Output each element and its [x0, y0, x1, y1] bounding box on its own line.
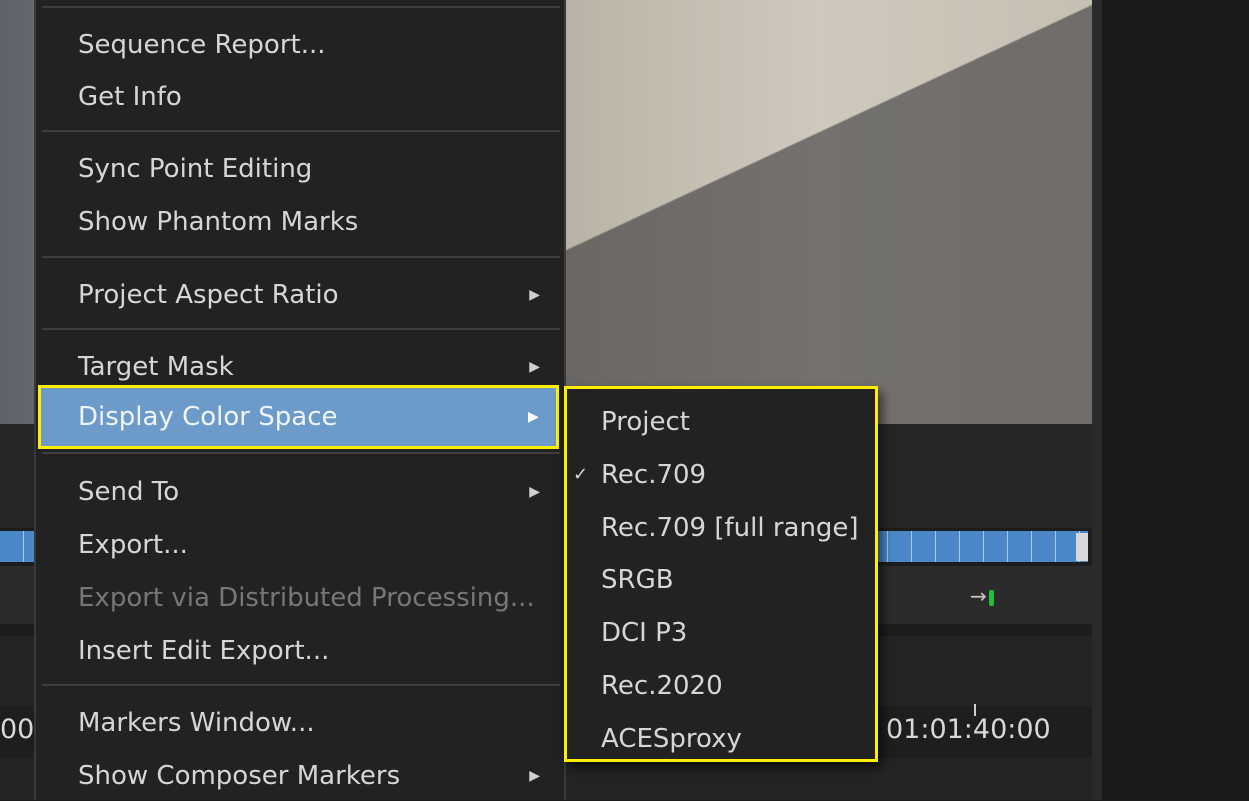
- menu-item-export-distributed: Export via Distributed Processing...: [40, 573, 560, 623]
- submenu-item-acesproxy[interactable]: ACESproxy: [567, 714, 875, 764]
- menu-item-label: Sequence Report...: [78, 30, 326, 60]
- submenu-item-rec2020[interactable]: Rec.2020: [567, 661, 875, 711]
- menu-separator: [42, 130, 560, 132]
- timecode-left: 00: [0, 714, 35, 745]
- menu-separator: [42, 328, 560, 330]
- submenu-item-label: Rec.2020: [601, 671, 723, 701]
- menu-item-label: Get Info: [78, 82, 182, 112]
- menu-item-label: Insert Edit Export...: [78, 636, 330, 666]
- display-color-space-submenu: Project ✓ Rec.709 Rec.709 [full range] SR…: [564, 386, 878, 762]
- menu-separator: [42, 6, 560, 8]
- submenu-arrow-icon: ▶: [529, 484, 540, 500]
- submenu-item-label: Rec.709: [601, 460, 707, 490]
- menu-item-get-info[interactable]: Get Info: [40, 72, 560, 122]
- submenu-arrow-icon: ▶: [529, 287, 540, 303]
- submenu-item-rec709-full-range[interactable]: Rec.709 [full range]: [567, 503, 875, 553]
- submenu-item-label: DCI P3: [601, 618, 688, 648]
- menu-item-project-aspect-ratio[interactable]: Project Aspect Ratio ▶: [40, 270, 560, 320]
- panel-divider: [1092, 0, 1102, 800]
- menu-item-show-phantom-marks[interactable]: Show Phantom Marks: [40, 197, 560, 247]
- menu-item-label: Send To: [78, 477, 180, 507]
- timecode-right: 01:01:40:00: [886, 714, 1051, 745]
- menu-item-insert-edit-export[interactable]: Insert Edit Export...: [40, 626, 560, 676]
- submenu-item-rec709[interactable]: ✓ Rec.709: [567, 450, 875, 500]
- submenu-item-dci-p3[interactable]: DCI P3: [567, 608, 875, 658]
- menu-item-sequence-report[interactable]: Sequence Report...: [40, 20, 560, 70]
- submenu-arrow-icon: ▶: [529, 768, 540, 784]
- submenu-arrow-icon: ▶: [528, 409, 539, 425]
- checkmark-icon: ✓: [573, 464, 589, 485]
- submenu-item-project[interactable]: Project: [567, 397, 875, 447]
- menu-item-export[interactable]: Export...: [40, 520, 560, 570]
- green-marker-icon: [988, 589, 994, 606]
- menu-item-label: Sync Point Editing: [78, 154, 313, 184]
- submenu-item-label: Project: [601, 407, 690, 437]
- menu-item-label: Show Composer Markers: [78, 761, 401, 791]
- arrow-right-icon: →: [970, 584, 987, 608]
- menu-separator: [42, 452, 560, 454]
- mark-in-icon[interactable]: →: [970, 584, 994, 608]
- menu-separator: [42, 684, 560, 686]
- submenu-item-label: SRGB: [601, 565, 674, 595]
- menu-item-label: Display Color Space: [78, 402, 338, 432]
- submenu-item-srgb[interactable]: SRGB: [567, 555, 875, 605]
- menu-item-label: Target Mask: [78, 352, 234, 382]
- menu-item-markers-window[interactable]: Markers Window...: [40, 698, 560, 748]
- menu-item-sync-point-editing[interactable]: Sync Point Editing: [40, 144, 560, 194]
- submenu-item-label: ACESproxy: [601, 724, 742, 754]
- menu-item-label: Markers Window...: [78, 708, 315, 738]
- menu-item-label: Show Phantom Marks: [78, 207, 359, 237]
- menu-item-label: Export...: [78, 530, 188, 560]
- menu-separator: [42, 256, 560, 258]
- menu-item-label: Export via Distributed Processing...: [78, 583, 535, 613]
- right-panel: [1102, 0, 1249, 800]
- submenu-item-label: Rec.709 [full range]: [601, 513, 859, 543]
- menu-item-send-to[interactable]: Send To ▶: [40, 467, 560, 517]
- menu-item-label: Project Aspect Ratio: [78, 280, 339, 310]
- position-bar-end-handle[interactable]: [1076, 533, 1088, 561]
- menu-item-show-composer-markers[interactable]: Show Composer Markers ▶: [40, 751, 560, 801]
